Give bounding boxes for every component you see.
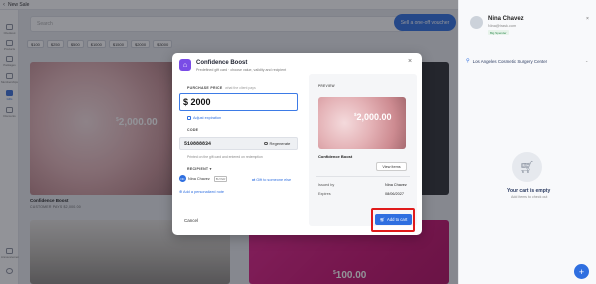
gift-someone-else-link[interactable]: ⇄ Gift to someone else (252, 177, 291, 182)
gift-card-modal: ⌂ Confidence Boost Predefined gift card … (172, 53, 422, 235)
cart-icon: 🛒︎ (512, 152, 542, 182)
recipient-chip[interactable]: NC Nina Chavez BUYER (179, 175, 228, 182)
refresh-icon (264, 141, 268, 146)
modal-subtitle: Predefined gift card · choose value, val… (196, 68, 287, 72)
recipient-avatar: NC (179, 175, 186, 182)
customer-avatar (470, 16, 483, 29)
expires-label: Expires (318, 192, 331, 196)
close-icon[interactable]: × (408, 58, 412, 65)
preview-label: PREVIEW (318, 84, 335, 88)
customer-name[interactable]: Nina Chavez (488, 16, 524, 22)
add-to-cart-button[interactable]: 🛒︎ Add to cart (375, 214, 412, 225)
preview-image: $2,000.00 (318, 97, 406, 149)
buyer-badge: BUYER (213, 175, 228, 182)
cart-empty-title: Your cart is empty (507, 188, 551, 194)
code-note: Printed on the gift card and entered on … (187, 155, 263, 159)
preview-amount: $2,000.00 (354, 112, 392, 122)
preview-name: Confidence Boost (318, 154, 353, 159)
calendar-icon (187, 116, 191, 120)
view-items-button[interactable]: View items (376, 162, 407, 171)
cart-panel (458, 0, 596, 284)
customer-email: Nina@trask.com (488, 24, 517, 28)
chevron-down-icon[interactable]: ⌄ (585, 58, 588, 63)
recipient-name: Nina Chavez (188, 176, 210, 181)
regenerate-button[interactable]: Regenerate (264, 141, 290, 146)
customer-badge: Big Spender (488, 30, 509, 35)
expires-value: 08/06/2027 (385, 192, 405, 196)
adjust-expiration-link[interactable]: Adjust expiration (187, 116, 221, 120)
modal-title: Confidence Boost (196, 60, 248, 66)
remove-customer-icon[interactable]: × (586, 16, 589, 22)
code-label: CODE (187, 128, 199, 132)
cart-icon: 🛒︎ (379, 216, 386, 222)
add-personalized-note-link[interactable]: ⊕ Add a personalized note (179, 189, 224, 194)
cancel-button[interactable]: Cancel (184, 218, 198, 223)
recipient-label: RECIPIENT ▾ (187, 167, 212, 171)
location-pin-icon: ⚲ (466, 58, 470, 64)
gift-tag-icon: ⌂ (179, 59, 191, 71)
divider (316, 176, 410, 177)
purchase-price-input[interactable]: $ 2000 (179, 93, 298, 111)
location-selector[interactable]: ⚲ Los Angeles Cosmetic Surgery Center (466, 58, 547, 64)
cart-empty-subtitle: Add items to check out (511, 195, 548, 199)
purchase-price-label: PURCHASE PRICE what the client pays (187, 86, 256, 90)
add-fab-button[interactable]: + (574, 264, 589, 279)
issued-by-label: Issued by (318, 183, 335, 187)
location-name: Los Angeles Cosmetic Surgery Center (472, 58, 548, 64)
issued-by-value: Nina Chavez (385, 183, 407, 187)
